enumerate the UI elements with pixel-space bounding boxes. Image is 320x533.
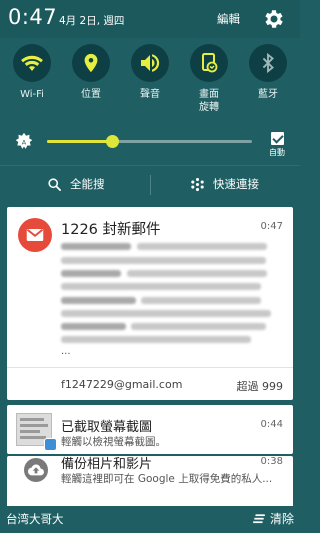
blurred-text [61,257,266,264]
notification-subtitle: 輕觸這裡即可在 Google 上取得免費的私人... [61,473,273,485]
wifi-icon [21,55,43,71]
brightness-row: A 自動 [0,125,300,160]
divider [150,175,151,195]
notification-time: 0:44 [260,419,283,430]
brightness-slider-handle[interactable] [106,135,120,148]
blurred-text [127,270,267,277]
gmail-icon [18,218,52,252]
blurred-text [141,297,261,304]
search-icon [48,177,61,191]
s-finder-button[interactable]: 全能搜 [47,176,105,192]
edit-button[interactable]: 編輯 [217,11,240,27]
notification-title: 已截取螢幕截圖 [61,420,153,435]
blurred-text [61,270,121,277]
blurred-text [131,323,266,330]
gear-icon[interactable] [262,7,286,31]
status-header: 0:47 4月 2日, 週四 編輯 [0,0,300,38]
auto-brightness-toggle[interactable]: 自動 [264,132,290,158]
auto-brightness-checkbox[interactable] [270,132,284,145]
s-finder-label: 全能搜 [70,177,105,191]
blurred-text [61,336,251,343]
notification-time: 0:38 [260,456,283,467]
bluetooth-icon [262,52,274,74]
preview-ellipsis: ... [61,346,71,357]
clear-all-button[interactable]: 清除 [252,510,294,527]
quick-connect-icon [191,177,204,191]
blurred-text [61,310,271,317]
notification-subtitle: 輕觸以檢視螢幕截圖。 [61,436,166,448]
toggle-screen-rotation[interactable]: 畫面 旋轉 [181,44,237,114]
unread-count: 超過 999 [236,380,284,393]
blurred-text [61,297,136,304]
blurred-text [137,243,267,250]
toggle-sound[interactable]: 聲音 [122,44,178,101]
screen-rotation-icon [202,53,218,73]
auto-brightness-label: 自動 [269,148,285,157]
gmail-notification[interactable]: 1226 封新郵件 0:47 ... f1247229@gmail.com 超過… [7,207,293,400]
toggle-label: 聲音 [140,89,160,100]
svg-text:A: A [22,138,27,146]
brightness-auto-icon: A [15,132,33,149]
quick-connect-button[interactable]: 快速連接 [190,176,259,192]
toggle-location[interactable]: 位置 [63,44,119,101]
account-email: f1247229@gmail.com [61,378,183,391]
blurred-text [61,323,126,330]
blurred-text [61,283,261,290]
notification-time: 0:47 [260,221,283,232]
clear-all-label: 清除 [269,512,294,526]
location-pin-icon [84,53,98,73]
toggle-wifi[interactable]: Wi-Fi [4,44,60,101]
clock-time: 0:47 [8,5,58,29]
photo-backup-notification[interactable]: 備份相片和影片 輕觸這裡即可在 Google 上取得免費的私人... 0:38 [7,456,293,508]
blurred-text [61,243,131,250]
toggle-bluetooth[interactable]: 藍牙 [240,44,296,101]
bottom-bar: 台湾大哥大 清除 [0,506,300,533]
notification-title: 1226 封新郵件 [61,222,161,238]
brightness-fill [47,140,113,143]
cloud-upload-icon [24,458,48,482]
date-text: 4月 2日, 週四 [59,15,125,27]
action-bar: 全能搜 快速連接 [0,165,300,203]
clear-all-icon [253,513,265,523]
toggle-label: Wi-Fi [20,89,44,100]
volume-icon [141,54,160,72]
notification-title: 備份相片和影片 [61,457,153,472]
divider [7,367,293,368]
gallery-badge-icon [44,438,57,451]
toggle-label: 藍牙 [258,89,278,100]
quick-settings-toggles: Wi-Fi 位置 聲音 畫面 旋轉 藍牙 [0,38,300,120]
quick-connect-label: 快速連接 [213,177,259,191]
toggle-label: 位置 [81,89,101,100]
carrier-name: 台湾大哥大 [6,512,64,526]
screenshot-notification[interactable]: 已截取螢幕截圖 輕觸以檢視螢幕截圖。 0:44 [7,405,293,454]
toggle-label: 畫面 旋轉 [199,89,219,113]
